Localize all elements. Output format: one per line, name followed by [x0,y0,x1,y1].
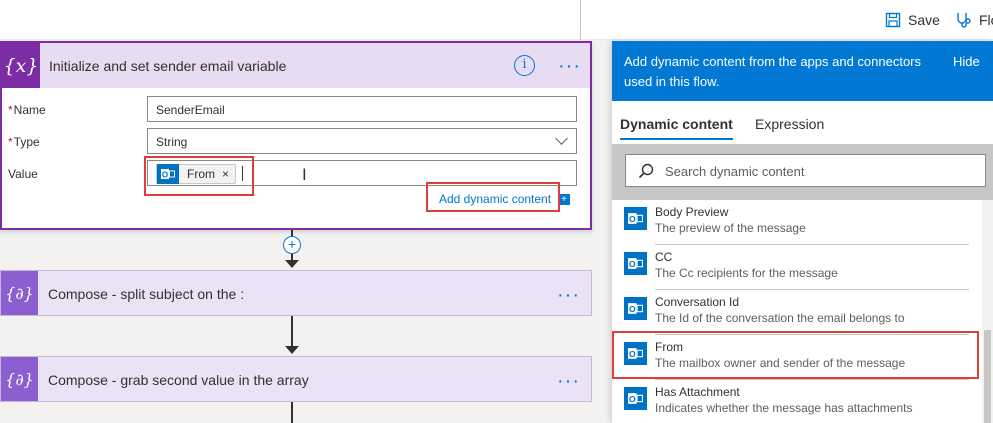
value-field[interactable]: O From × [147,160,577,186]
card-title: Initialize and set sender email variable [49,58,287,74]
list-item[interactable]: O Body Preview The preview of the messag… [612,200,981,245]
connector-line [291,316,293,346]
compose-icon: {∂} [1,271,38,315]
item-name: Conversation Id [655,295,740,309]
initialize-variable-card: {x} Initialize and set sender email vari… [0,41,592,230]
item-description: Indicates whether the message has attach… [655,401,913,415]
svg-text:O: O [629,214,636,224]
more-icon[interactable]: ··· [558,56,581,76]
type-value: String [156,135,188,149]
value-label-text: Value [8,167,38,181]
required-mark: * [8,135,13,149]
variable-icon: {x} [2,43,40,88]
outlook-icon: O [624,207,647,230]
scrollbar[interactable] [982,200,993,423]
tab-expression[interactable]: Expression [755,116,824,132]
type-label: *Type [8,135,40,149]
add-dynamic-content-link[interactable]: Add dynamic content [439,192,551,206]
outlook-icon: O [157,164,179,184]
connector-arrow [285,260,299,268]
name-value: SenderEmail [156,103,225,117]
top-toolbar: Save Flo [0,0,993,40]
add-step-icon[interactable]: + [283,236,301,254]
search-input[interactable]: Search dynamic content [625,154,986,187]
chevron-down-icon [555,132,568,145]
svg-text:O: O [629,394,636,404]
compose-card-grab[interactable]: {∂} Compose - grab second value in the a… [0,356,592,402]
card-header[interactable]: {x} Initialize and set sender email vari… [2,43,590,88]
dynamic-content-list: O Body Preview The preview of the messag… [612,200,993,423]
svg-text:O: O [162,171,168,180]
item-name: CC [655,250,673,264]
required-mark: * [8,103,13,117]
dynamic-panel-header: Add dynamic content from the apps and co… [612,41,993,101]
save-button[interactable]: Save [884,11,940,29]
search-icon [638,163,654,179]
item-name: Body Preview [655,205,729,219]
tab-dynamic-content[interactable]: Dynamic content [620,116,733,140]
connector-arrow [285,346,299,354]
list-item-from[interactable]: O From The mailbox owner and sender of t… [612,335,981,380]
item-name: Has Attachment [655,385,740,399]
list-item[interactable]: O Has Attachment Indicates whether the m… [612,380,981,423]
token-label: From [187,167,215,181]
svg-text:O: O [629,259,636,269]
item-description: The Id of the conversation the email bel… [655,311,905,325]
more-icon[interactable]: ··· [557,285,580,305]
scroll-thumb[interactable] [984,330,991,423]
value-label: Value [8,167,38,181]
list-item[interactable]: O CC The Cc recipients for the message [612,245,981,290]
dynamic-panel-description: Add dynamic content from the apps and co… [624,54,922,89]
dynamic-content-panel: Add dynamic content from the apps and co… [612,41,993,423]
flow-checker-label: Flo [979,12,993,28]
flow-checker-icon [955,11,973,29]
svg-text:O: O [629,349,636,359]
search-area: Search dynamic content [612,144,993,200]
text-caret [242,166,243,181]
more-icon[interactable]: ··· [557,371,580,391]
card-title: Compose - grab second value in the array [48,372,309,388]
ibeam-cursor-icon: I [302,165,307,184]
compose-card-split[interactable]: {∂} Compose - split subject on the : ··· [0,270,592,316]
name-label: *Name [8,103,46,117]
type-select[interactable]: String [147,128,577,154]
item-description: The mailbox owner and sender of the mess… [655,356,906,370]
outlook-icon: O [624,252,647,275]
from-token[interactable]: O From × [156,164,237,184]
save-label: Save [908,12,940,28]
type-label-text: Type [13,135,40,149]
outlook-icon: O [624,297,647,320]
outlook-icon: O [624,387,647,410]
name-field[interactable]: SenderEmail [147,96,577,122]
outlook-icon: O [624,342,647,365]
remove-token-icon[interactable]: × [222,167,229,181]
info-icon[interactable]: i [514,55,535,76]
item-description: The Cc recipients for the message [655,266,838,280]
flow-checker-button[interactable]: Flo [955,11,993,29]
toolbar-divider [580,0,581,40]
hide-button[interactable]: Hide [953,54,980,69]
card-title: Compose - split subject on the : [48,286,245,302]
item-description: The preview of the message [655,221,806,235]
save-icon [884,11,902,29]
item-name: From [655,340,683,354]
connector-line [291,402,293,423]
add-dynamic-plus-icon[interactable]: + [558,194,570,205]
compose-icon: {∂} [1,357,38,401]
search-placeholder: Search dynamic content [665,164,805,179]
name-label-text: Name [13,103,46,117]
list-item[interactable]: O Conversation Id The Id of the conversa… [612,290,981,335]
svg-text:O: O [629,304,636,314]
